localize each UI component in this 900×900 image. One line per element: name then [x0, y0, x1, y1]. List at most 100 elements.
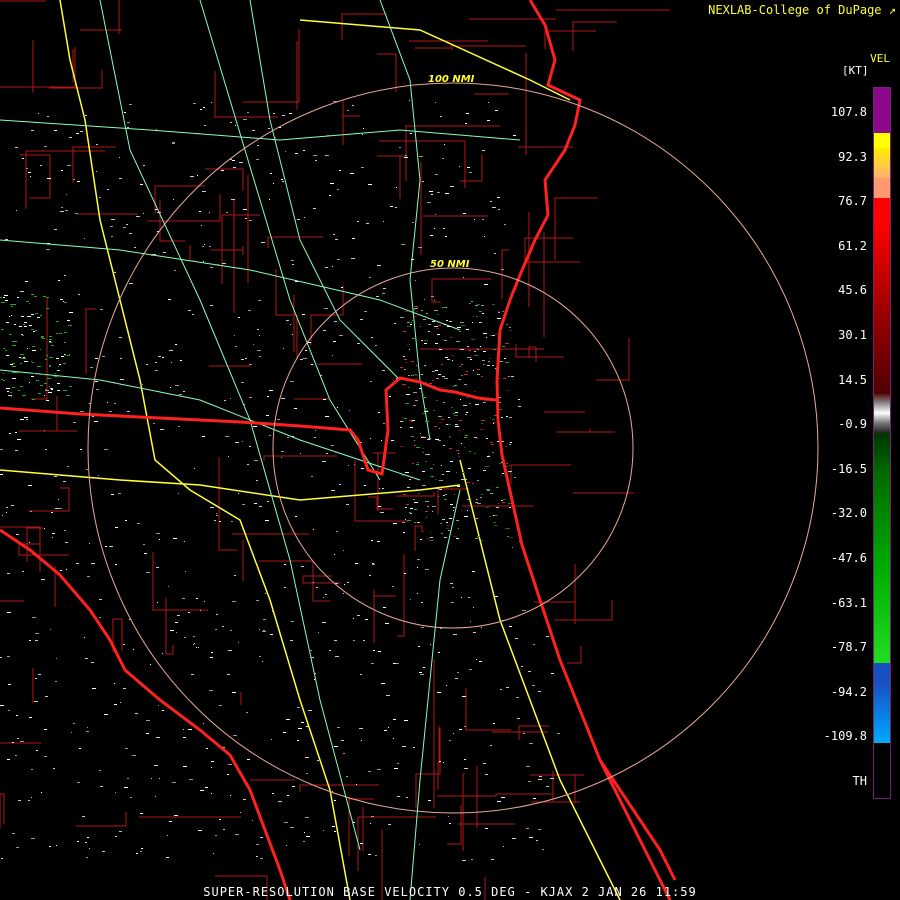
echo-pixel	[256, 844, 259, 845]
echo-pixel	[439, 428, 440, 429]
echo-pixel	[505, 362, 509, 363]
echo-pixel	[463, 213, 466, 214]
echo-pixel	[31, 769, 33, 770]
echo-pixel	[438, 416, 442, 417]
echo-pixel	[477, 349, 479, 350]
echo-pixel	[89, 848, 90, 849]
echo-pixel	[290, 381, 294, 382]
echo-pixel	[452, 587, 454, 588]
echo-pixel	[254, 559, 255, 560]
echo-pixel	[492, 335, 495, 336]
legend-tick: -32.0	[830, 506, 867, 521]
echo-pixel	[483, 763, 486, 764]
echo-pixel	[341, 287, 343, 288]
echo-pixel	[514, 477, 516, 478]
echo-pixel	[444, 499, 447, 500]
echo-pixel	[54, 229, 57, 230]
echo-pixel	[444, 340, 447, 341]
echo-pixel	[173, 538, 177, 539]
echo-pixel	[20, 386, 23, 387]
echo-pixel	[467, 510, 468, 511]
echo-pixel	[256, 856, 258, 857]
echo-pixel	[546, 636, 549, 637]
echo-pixel	[413, 392, 417, 393]
echo-pixel	[257, 350, 261, 351]
echo-pixel	[286, 845, 287, 846]
echo-pixel	[282, 115, 285, 116]
echo-pixel	[109, 546, 113, 547]
echo-pixel	[526, 766, 530, 767]
echo-pixel	[315, 160, 317, 161]
echo-pixel	[228, 650, 232, 651]
echo-pixel	[363, 128, 364, 129]
echo-pixel	[475, 305, 478, 306]
echo-pixel	[3, 348, 5, 349]
echo-pixel	[31, 361, 32, 362]
echo-pixel	[120, 379, 124, 380]
echo-pixel	[439, 480, 443, 481]
echo-pixel	[140, 384, 143, 385]
echo-pixel	[497, 197, 500, 198]
echo-pixel	[482, 360, 485, 361]
echo-pixel	[404, 720, 408, 721]
legend-unit: [KT]	[842, 64, 869, 77]
echo-pixel	[400, 421, 403, 422]
echo-pixel	[457, 672, 459, 673]
echo-pixel	[202, 436, 205, 437]
echo-pixel	[404, 157, 408, 158]
echo-pixel	[124, 112, 126, 113]
echo-pixel	[188, 729, 192, 730]
echo-pixel	[438, 652, 440, 653]
echo-pixel	[473, 632, 476, 633]
echo-pixel	[228, 764, 232, 765]
echo-pixel	[418, 646, 420, 647]
echo-pixel	[386, 695, 390, 696]
echo-pixel	[92, 688, 96, 689]
echo-pixel	[170, 387, 171, 388]
echo-pixel	[8, 684, 11, 685]
echo-pixel	[311, 476, 313, 477]
echo-pixel	[45, 359, 47, 360]
echo-pixel	[488, 102, 489, 103]
echo-pixel	[63, 390, 67, 391]
radar-map: 50 NMI 100 NMI	[0, 0, 819, 900]
echo-pixel	[291, 260, 294, 261]
echo-pixel	[473, 316, 474, 317]
echo-pixel	[409, 349, 410, 350]
echo-pixel	[456, 538, 459, 539]
echo-pixel	[263, 619, 266, 620]
echo-pixel	[26, 419, 28, 420]
echo-pixel	[64, 275, 66, 276]
echo-pixel	[394, 768, 398, 769]
echo-pixel	[445, 494, 447, 495]
echo-pixel	[475, 404, 479, 405]
echo-pixel	[481, 494, 483, 495]
echo-pixel	[86, 731, 89, 732]
echo-pixel	[49, 342, 52, 343]
echo-pixel	[420, 433, 421, 434]
echo-pixel	[61, 475, 63, 476]
echo-pixel	[498, 503, 499, 504]
echo-pixel	[483, 333, 487, 334]
echo-pixel	[77, 181, 80, 182]
echo-pixel	[58, 499, 59, 500]
echo-pixel	[493, 349, 496, 350]
echo-pixel	[91, 662, 94, 663]
county-line	[72, 146, 116, 183]
echo-pixel	[405, 359, 406, 360]
echo-pixel	[486, 438, 488, 439]
echo-pixel	[492, 365, 494, 366]
echo-pixel	[419, 388, 421, 389]
road	[0, 369, 421, 481]
echo-pixel	[156, 737, 160, 738]
echo-pixel	[353, 618, 354, 619]
echo-pixel	[281, 398, 285, 399]
echo-pixel	[262, 661, 263, 662]
echo-pixel	[137, 523, 140, 524]
echo-pixel	[265, 520, 269, 521]
echo-pixel	[19, 357, 21, 358]
echo-pixel	[446, 320, 448, 321]
echo-pixel	[438, 374, 441, 375]
echo-pixel	[470, 359, 472, 360]
echo-pixel	[443, 228, 445, 229]
